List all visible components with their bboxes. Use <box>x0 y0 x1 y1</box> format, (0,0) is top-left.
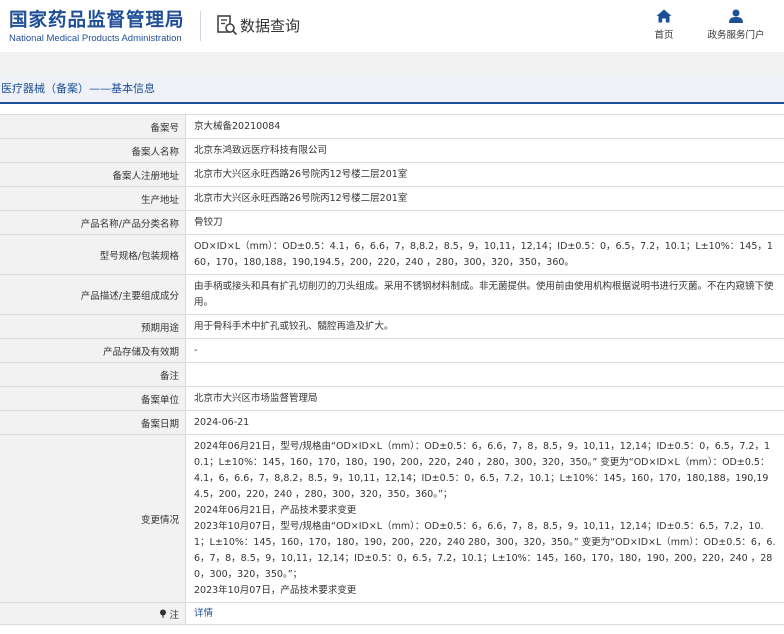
data-query-link[interactable]: 数据查询 <box>216 12 300 38</box>
table-row: 产品描述/主要组成成分 由手柄或接头和具有扩孔切削刃的刀头组成。采用不锈钢材料制… <box>0 275 784 315</box>
details-link[interactable]: 详情 <box>194 606 213 622</box>
change-entry: 2023年10月07日，型号/规格由“OD×ID×L（mm）：OD±0.5：6，… <box>194 521 776 580</box>
site-header: 国家药品监督管理局 National Medical Products Admi… <box>0 0 784 52</box>
change-entry: 2024年06月21日，产品技术要求变更 <box>194 505 357 516</box>
data-query-label: 数据查询 <box>240 16 301 35</box>
table-row: 型号规格/包装规格 OD×ID×L（mm）：OD±0.5：4.1，6，6.6，7… <box>0 235 784 275</box>
row-value: OD×ID×L（mm）：OD±0.5：4.1，6，6.6，7，8,8.2，8.5… <box>194 241 773 268</box>
logo-title-en[interactable]: National Medical Products Administration <box>9 33 182 44</box>
row-label: 备案号 <box>0 115 186 138</box>
section-title: 医疗器械（备案）——基本信息 <box>1 82 155 95</box>
table-row: 产品存储及有效期 - <box>0 339 784 363</box>
table-row: 备案单位 北京市大兴区市场监督管理局 <box>0 387 784 411</box>
nav-service-portal[interactable]: 政务服务门户 <box>701 9 771 41</box>
row-value: 北京市大兴区永旺西路26号院丙12号楼二层201室 <box>194 168 408 180</box>
row-label: 产品名称/产品分类名称 <box>0 211 186 234</box>
row-label: 变更情况 <box>0 435 186 602</box>
table-row-note: 注 详情 <box>0 603 784 625</box>
row-value: - <box>194 344 198 356</box>
note-label: 注 <box>159 607 179 621</box>
info-table: 备案号 京大械备20210084 备案人名称 北京东鸿致远医疗科技有限公司 备案… <box>0 114 784 625</box>
row-label: 备案单位 <box>0 387 186 410</box>
nav-home-label: 首页 <box>654 30 674 41</box>
row-value: 详情 <box>186 603 784 624</box>
row-label: 生产地址 <box>0 187 186 210</box>
row-value: 用于骨科手术中扩孔或铰孔、髓腔再造及扩大。 <box>194 320 394 332</box>
row-value: 由手柄或接头和具有扩孔切削刃的刀头组成。采用不锈钢材料制成。非无菌提供。使用前由… <box>194 281 774 308</box>
document-search-icon <box>217 15 238 36</box>
row-value <box>186 363 784 386</box>
change-entry: 2024年06月21日，型号/规格由“OD×ID×L（mm）：OD±0.5：6，… <box>194 441 770 500</box>
home-icon <box>656 9 672 23</box>
table-row: 备案号 京大械备20210084 <box>0 115 784 139</box>
section-header: 医疗器械（备案）——基本信息 <box>0 74 784 104</box>
change-entry: 2023年10月07日，产品技术要求变更 <box>194 585 357 596</box>
table-row: 备案人注册地址 北京市大兴区永旺西路26号院丙12号楼二层201室 <box>0 163 784 187</box>
row-label: 注 <box>0 603 186 624</box>
nav-home[interactable]: 首页 <box>634 9 694 41</box>
row-label: 备案人名称 <box>0 139 186 162</box>
row-value: 北京市大兴区永旺西路26号院丙12号楼二层201室 <box>194 192 408 204</box>
table-row-changes: 变更情况 2024年06月21日，型号/规格由“OD×ID×L（mm）：OD±0… <box>0 435 784 603</box>
table-row: 产品名称/产品分类名称 骨铰刀 <box>0 211 784 235</box>
row-label: 产品描述/主要组成成分 <box>0 275 186 314</box>
row-label: 备案人注册地址 <box>0 163 186 186</box>
table-row: 备案人名称 北京东鸿致远医疗科技有限公司 <box>0 139 784 163</box>
logo-title-cn[interactable]: 国家药品监督管理局 <box>9 6 185 32</box>
row-value: 北京东鸿致远医疗科技有限公司 <box>194 144 328 156</box>
table-row: 预期用途 用于骨科手术中扩孔或铰孔、髓腔再造及扩大。 <box>0 315 784 339</box>
row-label: 备案日期 <box>0 411 186 434</box>
header-spacer <box>0 52 784 74</box>
row-value: 骨铰刀 <box>194 216 223 228</box>
table-row: 生产地址 北京市大兴区永旺西路26号院丙12号楼二层201室 <box>0 187 784 211</box>
row-value: 北京市大兴区市场监督管理局 <box>194 392 318 404</box>
row-value: 2024-06-21 <box>194 416 250 428</box>
note-label-text: 注 <box>169 609 179 621</box>
pin-icon <box>160 609 167 618</box>
user-icon <box>729 9 743 23</box>
table-row: 备注 <box>0 363 784 387</box>
row-value: 京大械备20210084 <box>194 120 281 132</box>
row-label: 产品存储及有效期 <box>0 339 186 362</box>
table-row: 备案日期 2024-06-21 <box>0 411 784 435</box>
change-history: 2024年06月21日，型号/规格由“OD×ID×L（mm）：OD±0.5：6，… <box>186 435 784 602</box>
row-label: 备注 <box>0 363 186 386</box>
row-label: 型号规格/包装规格 <box>0 235 186 274</box>
row-label: 预期用途 <box>0 315 186 338</box>
header-divider <box>200 11 201 41</box>
nav-service-portal-label: 政务服务门户 <box>707 30 765 41</box>
